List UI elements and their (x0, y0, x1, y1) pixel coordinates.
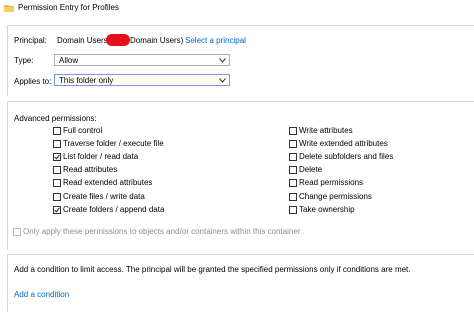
type-select-value: Allow (59, 56, 79, 65)
only-apply-checkbox[interactable]: Only apply these permissions to objects … (13, 227, 313, 238)
window-title: Permission Entry for Profiles (18, 3, 119, 12)
checkmark-icon (54, 154, 60, 160)
permission-checkbox[interactable]: Read extended attributes (53, 178, 213, 189)
permission-label: Traverse folder / execute file (63, 139, 164, 149)
permission-label: List folder / read data (63, 152, 139, 162)
condition-description: Add a condition to limit access. The pri… (14, 265, 411, 274)
permission-checkbox[interactable]: Write extended attributes (289, 139, 449, 150)
permission-label: Read attributes (63, 165, 118, 175)
permission-checkbox[interactable]: Full control (53, 126, 213, 137)
checkbox-box (289, 140, 297, 149)
redaction-mark (106, 34, 130, 46)
checkbox-box (53, 205, 61, 214)
applies-to-label: Applies to: (14, 77, 52, 86)
permission-label: Delete (299, 165, 323, 175)
permission-label: Take ownership (299, 204, 355, 214)
permission-label: Create folders / append data (63, 204, 165, 214)
chevron-down-icon (219, 58, 226, 63)
permission-label: Read permissions (299, 178, 364, 188)
type-select[interactable]: Allow (54, 54, 230, 66)
add-condition-link[interactable]: Add a condition (14, 290, 69, 299)
condition-section: Add a condition to limit access. The pri… (7, 254, 474, 312)
permission-checkbox[interactable]: Take ownership (289, 205, 449, 216)
principal-section: Principal: Domain Users Domain Users) Se… (7, 25, 474, 96)
checkbox-box (53, 127, 61, 135)
permission-checkbox[interactable]: Traverse folder / execute file (53, 139, 213, 150)
select-principal-link[interactable]: Select a principal (185, 36, 246, 45)
permission-label: Write attributes (299, 126, 353, 135)
checkbox-box (289, 153, 297, 162)
title-bar: Permission Entry for Profiles (0, 0, 474, 18)
principal-value-suffix: Domain Users) (130, 36, 184, 45)
permission-checkbox[interactable]: Delete (289, 165, 449, 176)
principal-value-prefix: Domain Users (57, 36, 108, 45)
checkbox-box (53, 166, 61, 175)
checkbox-box (53, 192, 61, 201)
type-label: Type: (14, 56, 34, 65)
checkbox-box (289, 127, 297, 135)
only-apply-label: Only apply these permissions to objects … (23, 227, 301, 236)
applies-to-select[interactable]: This folder only (54, 74, 230, 86)
permission-checkbox[interactable]: Delete subfolders and files (289, 152, 449, 163)
advanced-permissions-section: Advanced permissions: Full control Traver… (7, 101, 474, 250)
permission-label: Delete subfolders and files (299, 152, 394, 162)
principal-label: Principal: (14, 36, 47, 45)
permission-checkbox[interactable]: Create folders / append data (53, 205, 213, 216)
checkbox-box (289, 166, 297, 175)
permission-label: Write extended attributes (299, 139, 388, 149)
chevron-down-icon (219, 78, 226, 83)
checkmark-icon (54, 207, 60, 213)
checkbox-box (53, 179, 61, 188)
permission-label: Change permissions (299, 191, 372, 201)
permission-label: Create files / write data (63, 191, 145, 201)
permission-checkbox[interactable]: Create files / write data (53, 192, 213, 203)
checkbox-box (289, 179, 297, 188)
permission-label: Read extended attributes (63, 178, 153, 188)
folder-icon (4, 5, 14, 12)
permission-label: Full control (63, 126, 103, 135)
permission-checkbox[interactable]: Read permissions (289, 178, 449, 189)
permission-checkbox[interactable]: Write attributes (289, 126, 449, 137)
checkbox-box (53, 140, 61, 149)
permission-checkbox[interactable]: Change permissions (289, 192, 449, 203)
checkbox-box (289, 205, 297, 214)
checkbox-box (53, 153, 61, 162)
advanced-permissions-heading: Advanced permissions: (14, 114, 97, 123)
permission-checkbox[interactable]: List folder / read data (53, 152, 213, 163)
applies-to-select-value: This folder only (59, 76, 114, 85)
permission-checkbox[interactable]: Read attributes (53, 165, 213, 176)
checkbox-box (289, 192, 297, 201)
checkbox-box (13, 228, 21, 236)
